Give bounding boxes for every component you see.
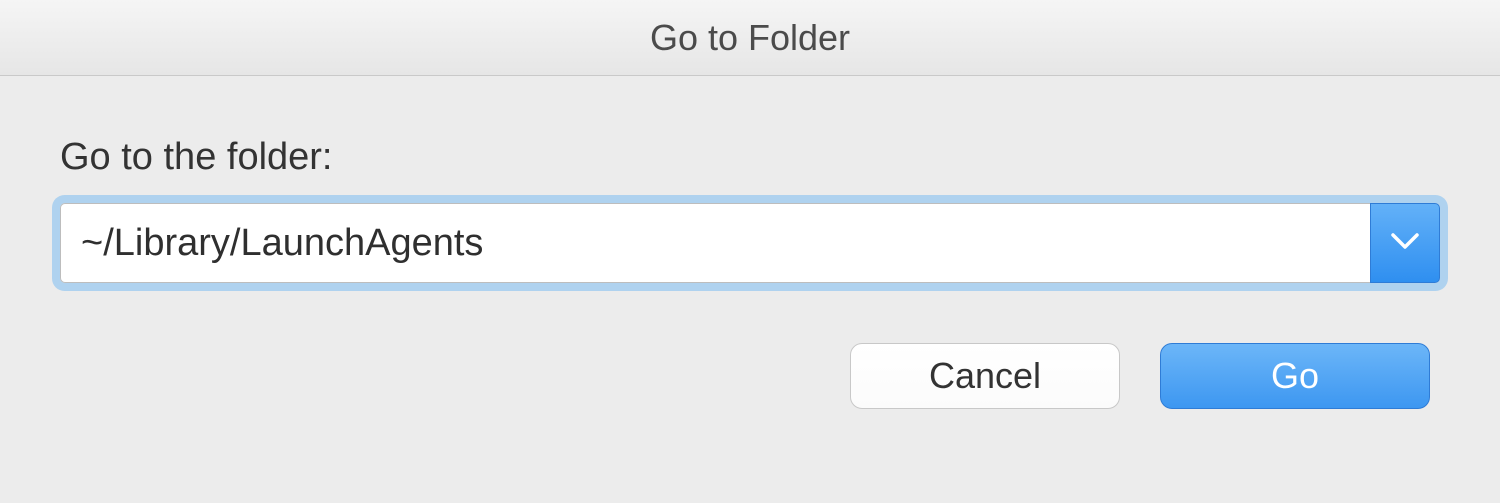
folder-path-dropdown-button[interactable] xyxy=(1370,203,1440,283)
dialog-title: Go to Folder xyxy=(650,17,850,59)
go-to-folder-dialog: Go to Folder Go to the folder: Cancel Go xyxy=(0,0,1500,503)
dialog-button-row: Cancel Go xyxy=(60,343,1440,409)
folder-path-label: Go to the folder: xyxy=(60,136,1440,179)
chevron-down-icon xyxy=(1391,232,1419,255)
folder-path-combobox xyxy=(60,203,1440,283)
cancel-button[interactable]: Cancel xyxy=(850,343,1120,409)
go-button[interactable]: Go xyxy=(1160,343,1430,409)
dialog-titlebar: Go to Folder xyxy=(0,0,1500,76)
folder-path-input[interactable] xyxy=(60,203,1370,283)
dialog-content: Go to the folder: Cancel Go xyxy=(0,76,1500,503)
